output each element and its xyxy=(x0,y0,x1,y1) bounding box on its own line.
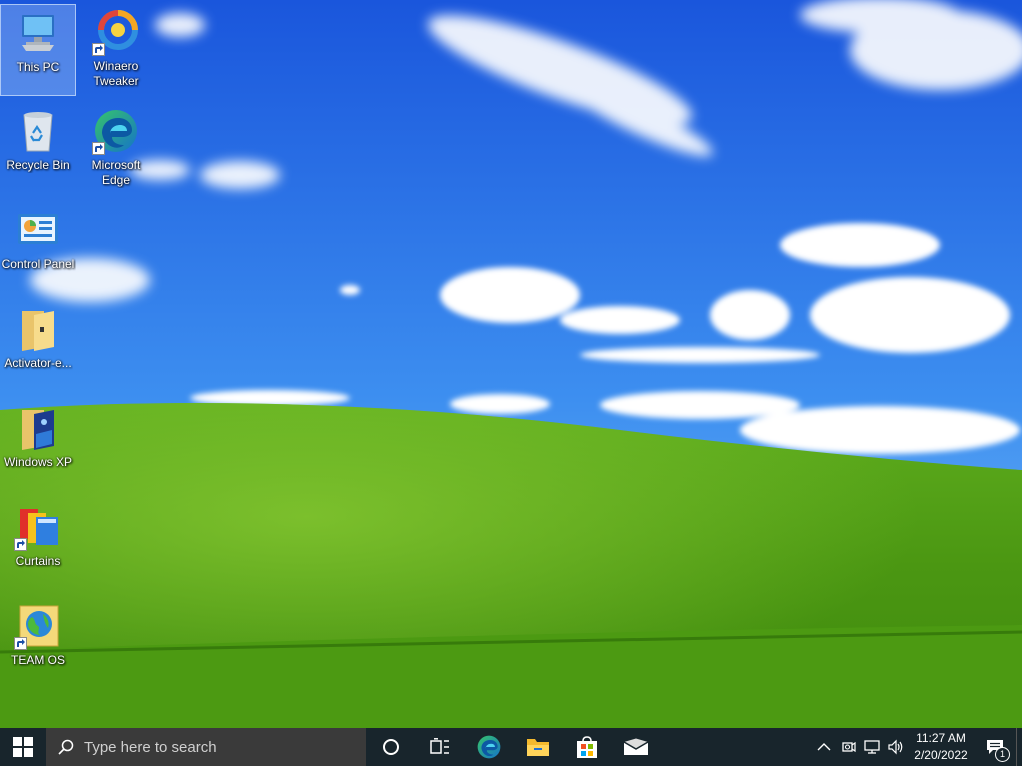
globe-icon xyxy=(14,602,62,650)
chevron-up-icon xyxy=(817,743,831,751)
task-view-icon xyxy=(429,738,449,754)
desktop-icon-label: Curtains xyxy=(15,554,61,568)
store-icon xyxy=(576,736,597,758)
desktop-icon-label: Windows XP xyxy=(3,455,73,469)
desktop-icon-label: Activator-e... xyxy=(4,356,72,370)
shortcut-arrow-icon xyxy=(14,637,27,650)
show-desktop-button[interactable] xyxy=(1016,728,1022,766)
mail-button[interactable] xyxy=(611,728,660,766)
desktop-icon-this-pc[interactable]: This PC xyxy=(0,4,76,96)
file-explorer-button[interactable] xyxy=(513,728,562,766)
desktop-icon-label: Control Panel xyxy=(1,257,75,271)
system-tray: 11:27 AM 2/20/2022 1 xyxy=(812,728,1022,766)
desktop-icon-recycle-bin[interactable]: Recycle Bin xyxy=(0,103,76,195)
meet-now-button[interactable] xyxy=(836,728,860,766)
search-placeholder: Type here to search xyxy=(84,738,217,756)
clock-time: 11:27 AM xyxy=(916,731,966,745)
speaker-icon xyxy=(888,739,903,755)
desktop-icon-microsoft-edge[interactable]: Microsoft Edge xyxy=(78,103,154,195)
desktop-icon-activator[interactable]: Activator-e... xyxy=(0,301,76,393)
computer-icon xyxy=(14,9,62,57)
desktop-icon-team-os[interactable]: TEAM OS xyxy=(0,598,76,690)
shortcut-arrow-icon xyxy=(92,142,105,155)
search-icon xyxy=(58,739,74,755)
start-button[interactable] xyxy=(0,728,46,766)
desktop-icon-windows-xp[interactable]: Windows XP xyxy=(0,400,76,492)
windows-logo-icon xyxy=(13,737,33,757)
microsoft-store-button[interactable] xyxy=(562,728,611,766)
clock[interactable]: 11:27 AM 2/20/2022 xyxy=(908,728,974,766)
circle-icon xyxy=(382,739,399,755)
folder-icon xyxy=(14,404,62,452)
desktop-icon-control-panel[interactable]: Control Panel xyxy=(0,202,76,294)
folder-icon xyxy=(14,305,62,353)
desktop-icon-winaero-tweaker[interactable]: Winaero Tweaker xyxy=(78,4,154,96)
folder-icon xyxy=(526,739,549,756)
control-panel-icon xyxy=(14,206,62,254)
volume-button[interactable] xyxy=(884,728,908,766)
curtains-icon xyxy=(14,503,62,551)
edge-icon xyxy=(477,735,500,759)
network-icon xyxy=(864,740,880,754)
taskbar: Type here to search 11:27 AM 2/20/2022 1 xyxy=(0,728,1022,766)
desktop-icon-curtains[interactable]: Curtains xyxy=(0,499,76,591)
desktop-icon-label: TEAM OS xyxy=(10,653,65,667)
recycle-bin-icon xyxy=(14,107,62,155)
winaero-tweaker-icon xyxy=(92,8,140,56)
desktop-icon-label: This PC xyxy=(16,60,60,74)
taskbar-edge-button[interactable] xyxy=(464,728,513,766)
clock-date: 2/20/2022 xyxy=(914,748,968,762)
show-hidden-icons-button[interactable] xyxy=(812,728,836,766)
shortcut-arrow-icon xyxy=(14,538,27,551)
shortcut-arrow-icon xyxy=(92,43,105,56)
task-view-button[interactable] xyxy=(415,728,464,766)
cortana-button[interactable] xyxy=(366,728,415,766)
desktop-icon-label: Microsoft Edge xyxy=(91,158,141,187)
meet-now-icon xyxy=(842,741,856,753)
desktop-icon-label: Winaero Tweaker xyxy=(93,59,139,88)
notification-count-badge: 1 xyxy=(995,747,1010,762)
action-center-button[interactable]: 1 xyxy=(974,728,1016,766)
search-box[interactable]: Type here to search xyxy=(46,728,366,766)
desktop-icon-label: Recycle Bin xyxy=(6,158,70,172)
edge-icon xyxy=(92,107,140,155)
network-button[interactable] xyxy=(860,728,884,766)
mail-icon xyxy=(623,738,648,755)
